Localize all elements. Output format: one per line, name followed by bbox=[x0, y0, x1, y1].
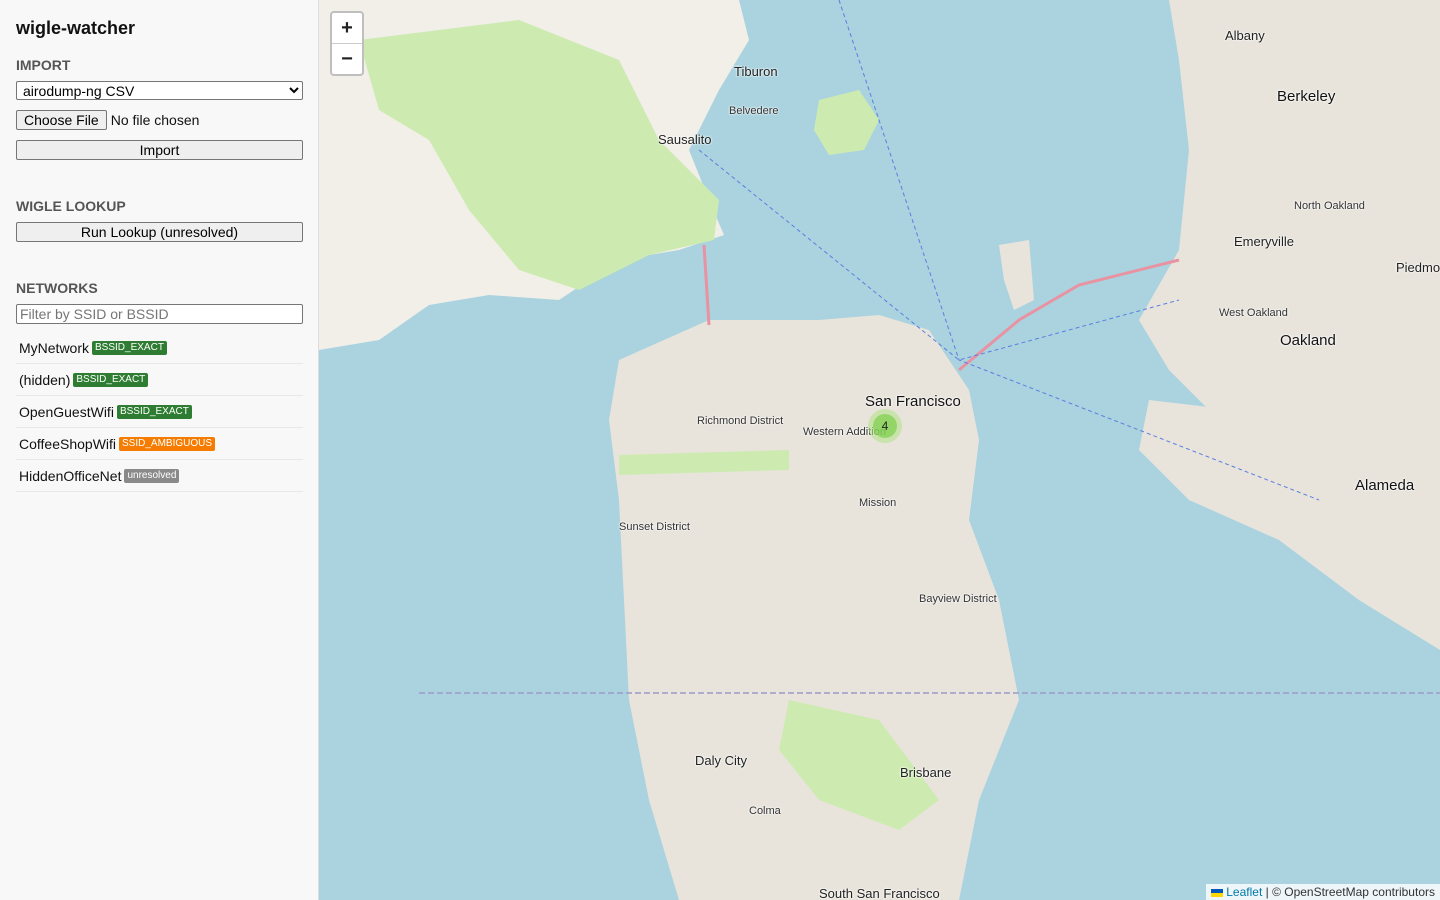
network-item[interactable]: OpenGuestWifi BSSID_EXACT bbox=[16, 396, 303, 428]
label-san-francisco: San Francisco bbox=[865, 393, 961, 410]
network-item[interactable]: MyNetwork BSSID_EXACT bbox=[16, 332, 303, 364]
network-ssid: (hidden) bbox=[19, 371, 71, 388]
app-title: wigle-watcher bbox=[16, 18, 136, 38]
networks-heading: NETWORKS bbox=[16, 280, 98, 296]
status-badge: unresolved bbox=[124, 468, 180, 483]
label-mission: Mission bbox=[859, 497, 897, 509]
label-sausalito: Sausalito bbox=[658, 132, 712, 147]
label-alameda: Alameda bbox=[1355, 477, 1415, 494]
import-button[interactable]: Import bbox=[16, 140, 303, 160]
zoom-out-button[interactable]: − bbox=[332, 44, 362, 74]
label-emeryville: Emeryville bbox=[1234, 234, 1294, 249]
label-brisbane: Brisbane bbox=[900, 765, 952, 780]
zoom-in-button[interactable]: + bbox=[332, 13, 362, 44]
land-treasure-island bbox=[999, 240, 1034, 310]
label-south-sf: South San Francisco bbox=[819, 886, 940, 900]
run-lookup-button[interactable]: Run Lookup (unresolved) bbox=[16, 222, 303, 242]
zoom-control: + − bbox=[330, 11, 364, 76]
network-item[interactable]: HiddenOfficeNet unresolved bbox=[16, 460, 303, 492]
status-badge: BSSID_EXACT bbox=[92, 340, 167, 355]
label-albany: Albany bbox=[1225, 28, 1265, 43]
lookup-section: WIGLE LOOKUP Run Lookup (unresolved) bbox=[16, 198, 303, 242]
label-west-oakland: West Oakland bbox=[1219, 307, 1288, 319]
label-north-oakland: North Oakland bbox=[1294, 200, 1365, 212]
cluster-count: 4 bbox=[873, 414, 897, 438]
ukraine-flag-icon bbox=[1211, 888, 1224, 897]
label-richmond: Richmond District bbox=[697, 415, 784, 427]
format-select[interactable]: airodump-ng CSV bbox=[16, 81, 303, 100]
label-sunset: Sunset District bbox=[619, 521, 690, 533]
map-attribution: Leaflet | © OpenStreetMap contributors bbox=[1206, 884, 1440, 900]
label-colma: Colma bbox=[749, 805, 781, 817]
label-belvedere: Belvedere bbox=[729, 105, 779, 117]
sidebar: wigle-watcher IMPORT airodump-ng CSV Cho… bbox=[0, 0, 319, 900]
file-row: Choose File No file chosen bbox=[16, 110, 302, 130]
land-angel-island bbox=[814, 90, 879, 155]
label-berkeley: Berkeley bbox=[1277, 88, 1336, 105]
import-heading: IMPORT bbox=[16, 57, 71, 73]
status-badge: BSSID_EXACT bbox=[116, 404, 192, 419]
file-status: No file chosen bbox=[110, 112, 200, 128]
network-ssid: OpenGuestWifi bbox=[19, 403, 114, 420]
leaflet-link[interactable]: Leaflet bbox=[1226, 885, 1262, 899]
label-piedmont: Piedmo bbox=[1396, 260, 1440, 275]
label-bayview: Bayview District bbox=[919, 593, 997, 605]
label-daly-city: Daly City bbox=[695, 753, 748, 768]
network-filter-input[interactable] bbox=[16, 304, 303, 324]
label-oakland: Oakland bbox=[1280, 332, 1336, 349]
osm-attribution: | © OpenStreetMap contributors bbox=[1262, 885, 1435, 899]
networks-section: NETWORKS MyNetwork BSSID_EXACT (hidden) … bbox=[16, 280, 303, 492]
import-section: IMPORT airodump-ng CSV Choose File No fi… bbox=[16, 57, 303, 160]
network-ssid: CoffeeShopWifi bbox=[19, 435, 117, 452]
status-badge: BSSID_EXACT bbox=[73, 372, 149, 387]
label-tiburon: Tiburon bbox=[734, 64, 778, 79]
map[interactable]: San Francisco Oakland Berkeley Albany Em… bbox=[319, 0, 1440, 900]
network-item[interactable]: (hidden) BSSID_EXACT bbox=[16, 364, 303, 396]
lookup-heading: WIGLE LOOKUP bbox=[16, 198, 126, 214]
network-ssid: HiddenOfficeNet bbox=[19, 467, 122, 484]
map-tiles bbox=[319, 0, 1440, 900]
status-badge: SSID_AMBIGUOUS bbox=[119, 436, 216, 451]
choose-file-button[interactable]: Choose File bbox=[16, 110, 107, 130]
network-item[interactable]: CoffeeShopWifi SSID_AMBIGUOUS bbox=[16, 428, 303, 460]
bridge-golden-gate bbox=[702, 244, 711, 326]
network-ssid: MyNetwork bbox=[19, 339, 90, 356]
network-list: MyNetwork BSSID_EXACT (hidden) BSSID_EXA… bbox=[16, 332, 303, 492]
network-cluster-marker[interactable]: 4 bbox=[868, 409, 902, 443]
